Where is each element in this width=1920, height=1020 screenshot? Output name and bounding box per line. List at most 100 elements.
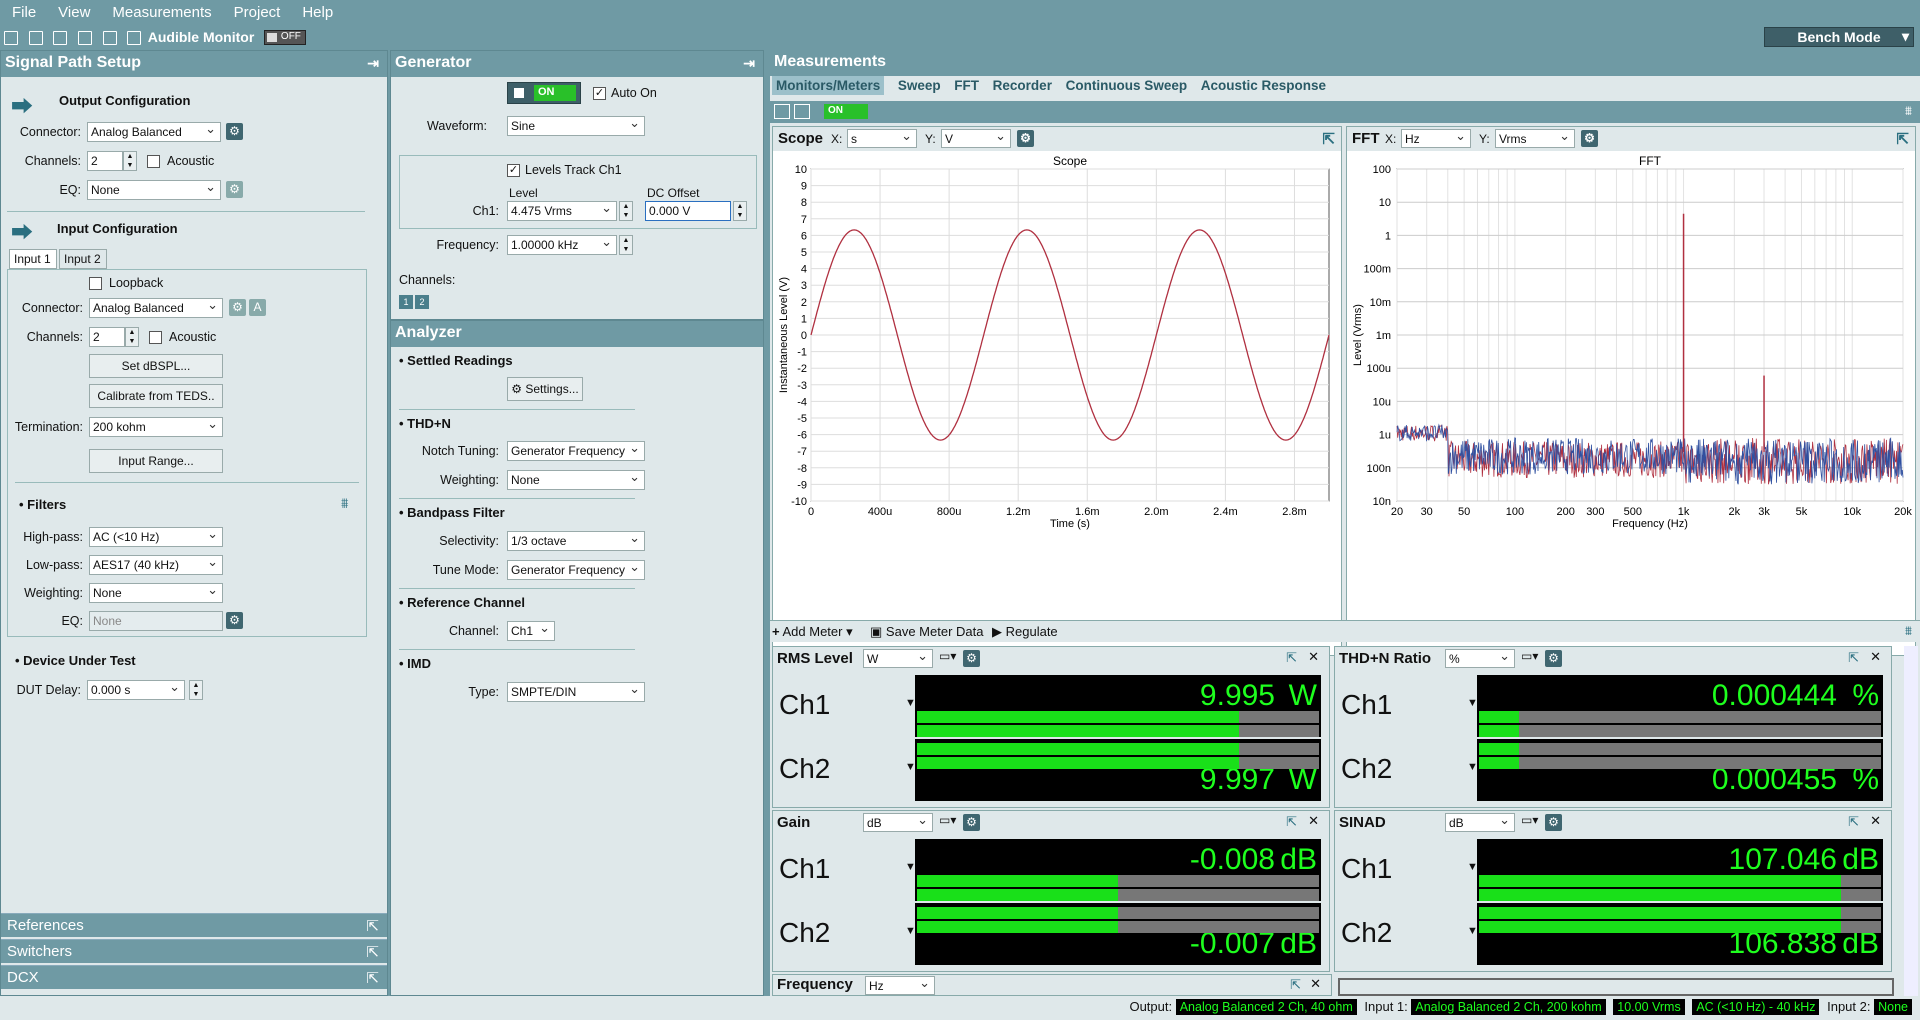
popout-icon[interactable]: ⇱ bbox=[1322, 130, 1335, 148]
auto-on-checkbox[interactable]: ✓ bbox=[593, 87, 606, 100]
close-icon[interactable]: ✕ bbox=[1308, 649, 1319, 665]
popout-icon[interactable]: ⇱ bbox=[366, 969, 379, 987]
menu-view[interactable]: View bbox=[46, 0, 100, 21]
dut-delay-select[interactable]: 0.000 s bbox=[87, 680, 185, 700]
dcx-section[interactable]: DCX ⇱ bbox=[1, 965, 387, 989]
popout-icon[interactable]: ⇱ bbox=[1290, 977, 1301, 993]
popout-icon[interactable]: ⇱ bbox=[366, 917, 379, 935]
dut-delay-spinner[interactable]: ▲ ▼ bbox=[189, 680, 203, 700]
output-connector-select[interactable]: Analog Balanced bbox=[87, 122, 221, 142]
menu-measurements[interactable]: Measurements bbox=[100, 0, 221, 21]
input-channels-spinner[interactable]: ▲ ▼ bbox=[125, 327, 139, 347]
menu-help[interactable]: Help bbox=[290, 0, 343, 21]
channel-2-button[interactable]: 2 bbox=[415, 295, 429, 309]
meter-unit-select[interactable]: dB bbox=[1445, 813, 1515, 832]
close-icon[interactable]: ✕ bbox=[1870, 813, 1881, 829]
fft-x-select[interactable]: Hz bbox=[1401, 129, 1471, 148]
popout-icon[interactable]: ⇱ bbox=[1896, 130, 1909, 148]
graph-icon[interactable]: ▭▾ bbox=[939, 813, 956, 827]
gear-icon[interactable] bbox=[77, 31, 92, 45]
gear-icon[interactable]: ⚙ bbox=[226, 181, 243, 198]
selectivity-select[interactable]: 1/3 octave bbox=[507, 531, 645, 551]
close-icon[interactable]: ✕ bbox=[1870, 649, 1881, 665]
highpass-select[interactable]: AC (<10 Hz) bbox=[89, 527, 223, 547]
meter-unit-select[interactable]: dB bbox=[863, 813, 933, 832]
regulate-button[interactable]: ▶ Regulate bbox=[992, 624, 1058, 640]
loopback-checkbox[interactable] bbox=[89, 277, 102, 290]
tab-monitors-meters[interactable]: Monitors/Meters bbox=[772, 76, 885, 95]
tab-input-2[interactable]: Input 2 bbox=[59, 249, 107, 269]
audible-monitor-toggle[interactable]: OFF bbox=[263, 30, 306, 45]
gear-icon[interactable]: ⚙ bbox=[1581, 130, 1598, 147]
gear-icon[interactable]: ⚙ bbox=[1545, 650, 1562, 667]
waveform-icon[interactable] bbox=[794, 104, 810, 119]
close-icon[interactable]: ✕ bbox=[1308, 813, 1319, 829]
calibrate-icon[interactable]: A bbox=[249, 299, 266, 316]
graph-icon[interactable]: ▭▾ bbox=[1521, 813, 1538, 827]
ch1-dc-offset-input[interactable]: 0.000 V bbox=[645, 201, 731, 221]
popout-icon[interactable]: ⇱ bbox=[1286, 814, 1297, 830]
channel-1-button[interactable]: 1 bbox=[399, 295, 413, 309]
fft-y-select[interactable]: Vrms bbox=[1495, 129, 1575, 148]
collapse-icon[interactable]: ⩩ bbox=[1905, 103, 1912, 119]
speaker-icon[interactable] bbox=[127, 31, 142, 45]
save-meter-data-button[interactable]: ▣ Save Meter Data bbox=[870, 624, 983, 640]
settings-button[interactable]: ⚙ Settings... bbox=[507, 377, 583, 401]
tune-mode-select[interactable]: Generator Frequency bbox=[507, 560, 645, 580]
output-channels-input[interactable]: 2 bbox=[87, 151, 123, 171]
thdn-weighting-select[interactable]: None bbox=[507, 470, 645, 490]
input-acoustic-checkbox[interactable] bbox=[149, 331, 162, 344]
measurements-on-toggle[interactable]: ON bbox=[824, 104, 868, 119]
collapse-icon[interactable]: ⩩ bbox=[1905, 623, 1912, 639]
graph-icon[interactable]: ▭▾ bbox=[939, 649, 956, 663]
set-dbspl-button[interactable]: Set dBSPL... bbox=[89, 354, 223, 378]
pin-icon[interactable]: ⇥ bbox=[367, 55, 379, 72]
filter-weighting-select[interactable]: None bbox=[89, 583, 223, 603]
popout-icon[interactable]: ⇱ bbox=[366, 943, 379, 961]
tab-fft[interactable]: FFT bbox=[954, 78, 979, 93]
generator-on-toggle[interactable]: ON bbox=[507, 82, 581, 104]
output-acoustic-checkbox[interactable] bbox=[147, 155, 160, 168]
switchers-section[interactable]: Switchers ⇱ bbox=[1, 939, 387, 963]
notch-select[interactable]: Generator Frequency bbox=[507, 441, 645, 461]
levels-track-checkbox[interactable]: ✓ bbox=[507, 164, 520, 177]
open-icon[interactable] bbox=[28, 31, 43, 45]
save-icon[interactable] bbox=[53, 31, 68, 45]
references-section[interactable]: References ⇱ bbox=[1, 913, 387, 937]
scope-y-select[interactable]: V bbox=[941, 129, 1011, 148]
termination-select[interactable]: 200 kohm bbox=[89, 417, 223, 437]
ch1-dc-spinner[interactable]: ▲ ▼ bbox=[733, 201, 747, 221]
filter-icon[interactable]: ⩩ bbox=[341, 495, 348, 512]
scope-x-select[interactable]: s bbox=[847, 129, 917, 148]
bench-mode-select[interactable]: Bench Mode ▾ bbox=[1764, 27, 1914, 47]
gear-icon[interactable]: ⚙ bbox=[1545, 814, 1562, 831]
tab-acoustic-response[interactable]: Acoustic Response bbox=[1201, 78, 1326, 93]
popout-icon[interactable]: ⇱ bbox=[1848, 650, 1859, 666]
ch1-level-select[interactable]: 4.475 Vrms bbox=[507, 201, 617, 221]
gear-icon[interactable]: ⚙ bbox=[963, 650, 980, 667]
lowpass-select[interactable]: AES17 (40 kHz) bbox=[89, 555, 223, 575]
tab-input-1[interactable]: Input 1 bbox=[9, 249, 57, 269]
waveform-icon[interactable] bbox=[102, 31, 117, 45]
menu-project[interactable]: Project bbox=[222, 0, 291, 21]
frequency-spinner[interactable]: ▲ ▼ bbox=[619, 235, 633, 255]
filter-eq-input[interactable]: None bbox=[89, 611, 223, 631]
menu-file[interactable]: File bbox=[0, 0, 46, 21]
waveform-select[interactable]: Sine bbox=[507, 116, 645, 136]
gear-icon[interactable]: ⚙ bbox=[226, 123, 243, 140]
gear-icon[interactable]: ⚙ bbox=[229, 299, 246, 316]
input-connector-select[interactable]: Analog Balanced bbox=[89, 298, 223, 318]
imd-type-select[interactable]: SMPTE/DIN bbox=[507, 682, 645, 702]
calibrate-teds-button[interactable]: Calibrate from TEDS.. bbox=[89, 384, 223, 408]
frequency-unit-select[interactable]: Hz bbox=[865, 976, 935, 995]
meter-unit-select[interactable]: % bbox=[1445, 649, 1515, 668]
meter-unit-select[interactable]: W bbox=[863, 649, 933, 668]
pin-icon[interactable]: ⇥ bbox=[743, 55, 755, 72]
close-icon[interactable]: ✕ bbox=[1310, 976, 1321, 992]
gear-icon[interactable]: ⚙ bbox=[1017, 130, 1034, 147]
popout-icon[interactable]: ⇱ bbox=[1286, 650, 1297, 666]
input-range-button[interactable]: Input Range... bbox=[89, 449, 223, 473]
meters-scrollbar[interactable] bbox=[1904, 646, 1918, 996]
graph-icon[interactable]: ▭▾ bbox=[1521, 649, 1538, 663]
input-channels-input[interactable]: 2 bbox=[89, 327, 125, 347]
